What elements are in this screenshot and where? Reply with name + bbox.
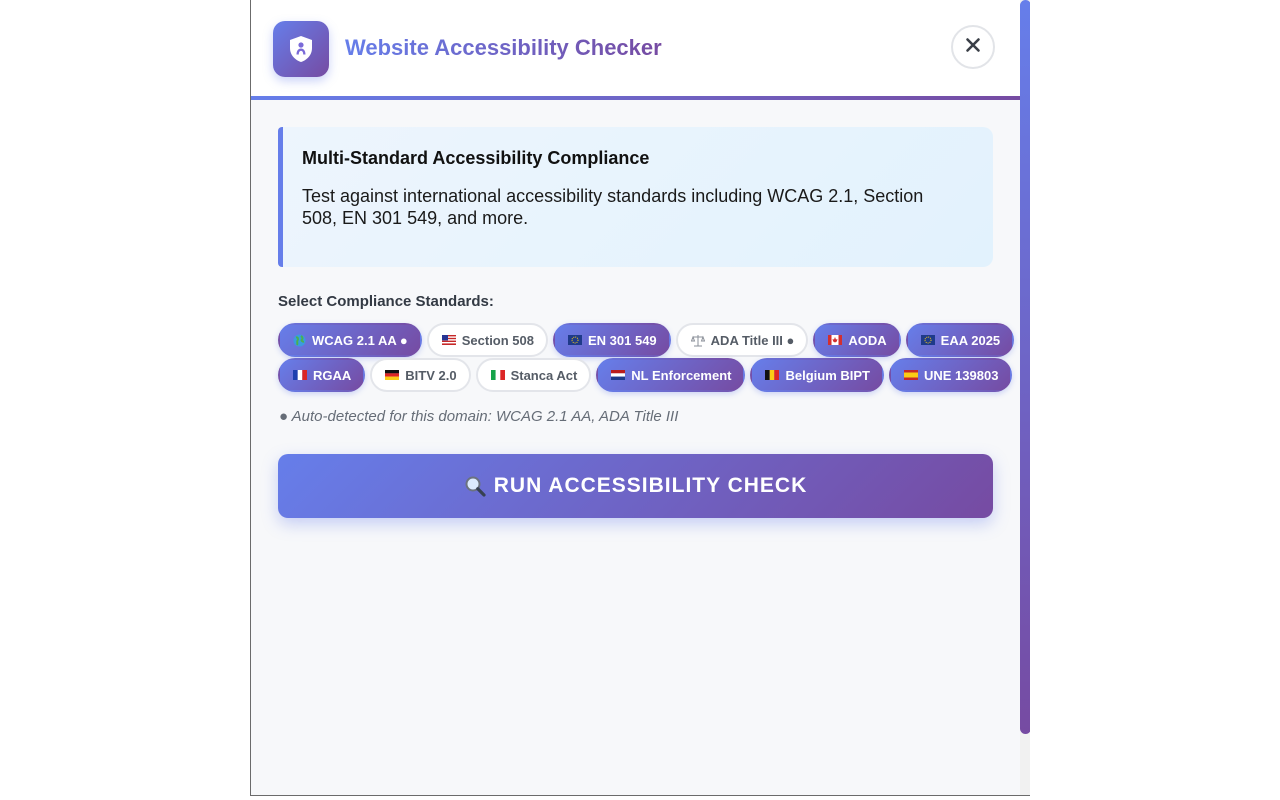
chip-label: EAA 2025 — [940, 332, 1001, 348]
chip-label: WCAG 2.1 AA ● — [312, 332, 408, 348]
chip-aoda[interactable]: AODA — [813, 323, 901, 357]
chip-belgium-bipt[interactable]: Belgium BIPT — [750, 358, 884, 392]
chip-label: RGAA — [313, 367, 352, 383]
chip-label: AODA — [848, 332, 887, 348]
chip-label: NL Enforcement — [631, 367, 732, 383]
header-accent-bar — [251, 96, 1020, 100]
chip-row: RGAA BITV 2.0 Stanca Act NL Enforcement — [278, 358, 1013, 392]
standards-label: Select Compliance Standards: — [278, 293, 494, 310]
chip-label: ADA Title III ● — [710, 332, 795, 348]
standards-chip-group: WCAG 2.1 AA ● Section 508 EN 301 549 ADA… — [278, 323, 1015, 393]
chip-label: Belgium BIPT — [785, 367, 870, 383]
germany-flag-icon — [385, 370, 400, 380]
header: Website Accessibility Checker — [251, 0, 1020, 96]
close-button[interactable] — [951, 25, 995, 69]
run-button-label: RUN ACCESSIBILITY CHECK — [493, 474, 808, 497]
chip-row: WCAG 2.1 AA ● Section 508 EN 301 549 ADA… — [278, 323, 1015, 357]
close-icon — [965, 37, 981, 58]
shield-person-icon — [273, 21, 329, 77]
magnifier-icon — [464, 475, 486, 497]
chip-ada-title-iii[interactable]: ADA Title III ● — [675, 323, 809, 357]
chip-label: Section 508 — [461, 332, 534, 348]
belgium-flag-icon — [765, 370, 780, 380]
netherlands-flag-icon — [611, 370, 626, 380]
extension-panel: Website Accessibility Checker Multi-Stan… — [250, 0, 1030, 796]
chip-stanca-act[interactable]: Stanca Act — [475, 358, 592, 392]
spain-flag-icon — [903, 370, 918, 380]
info-title: Multi-Standard Accessibility Compliance — [302, 148, 650, 168]
app-title: Website Accessibility Checker — [345, 30, 662, 66]
france-flag-icon — [293, 370, 307, 380]
scrollbar[interactable] — [1020, 0, 1030, 795]
us-flag-icon — [441, 335, 456, 345]
eu-flag-icon — [920, 335, 935, 345]
run-accessibility-check-button[interactable]: RUN ACCESSIBILITY CHECK — [278, 454, 993, 518]
chip-en-301-549[interactable]: EN 301 549 — [553, 323, 671, 357]
globe-icon — [293, 334, 306, 347]
chip-eaa-2025[interactable]: EAA 2025 — [905, 323, 1015, 357]
chip-section-508[interactable]: Section 508 — [426, 323, 548, 357]
chip-label: BITV 2.0 — [405, 367, 457, 383]
chip-label: UNE 139803 — [923, 367, 999, 383]
chip-label: Stanca Act — [510, 367, 578, 383]
chip-une-139803[interactable]: UNE 139803 — [888, 358, 1013, 392]
canada-flag-icon — [828, 335, 843, 345]
chip-bitv-20[interactable]: BITV 2.0 — [370, 358, 471, 392]
info-callout: Multi-Standard Accessibility Compliance … — [278, 127, 993, 267]
scrollbar-thumb[interactable] — [1020, 0, 1030, 734]
scales-icon — [690, 334, 705, 347]
chip-rgaa[interactable]: RGAA — [278, 358, 366, 392]
eu-flag-icon — [568, 335, 582, 345]
italy-flag-icon — [490, 370, 505, 380]
chip-wcag-21-aa[interactable]: WCAG 2.1 AA ● — [278, 323, 422, 357]
chip-label: EN 301 549 — [588, 332, 657, 348]
auto-detected-note: ● Auto-detected for this domain: WCAG 2.… — [279, 408, 679, 425]
chip-nl-enforcement[interactable]: NL Enforcement — [596, 358, 746, 392]
info-text: Test against international accessibility… — [302, 186, 924, 228]
